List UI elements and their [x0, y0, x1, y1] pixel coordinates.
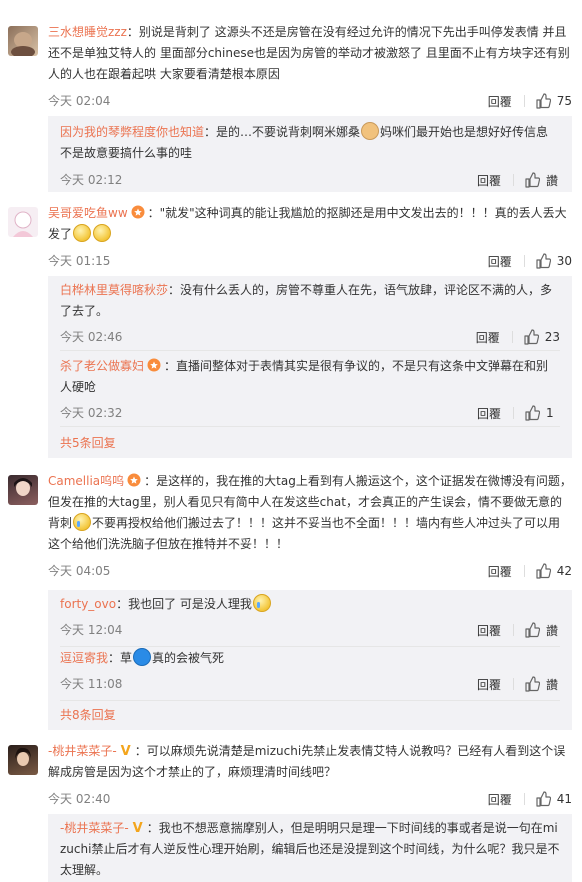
divider [511, 331, 513, 343]
thumbs-up-icon [535, 253, 551, 269]
like-count: 30 [556, 254, 572, 268]
like-button[interactable]: 42 [535, 563, 572, 579]
reply-username[interactable]: -桃井菜菜子- [60, 821, 129, 835]
reply-username[interactable]: forty_ovo [60, 597, 116, 611]
reply-box: 因为我的琴弊程度你也知道：是的…不要说背刺啊米娜桑 妈咪们最开始也是想好好传信息不… [48, 116, 572, 192]
reply-text: forty_ovo：我也回了 可是没人理我 [60, 594, 560, 615]
timestamp: 今天 02:40 [48, 792, 111, 806]
timestamp: 今天 12:04 [60, 623, 123, 637]
reply-text: 因为我的琴弊程度你也知道：是的…不要说背刺啊米娜桑 妈咪们最开始也是想好好传信息不… [60, 122, 560, 164]
divider [60, 426, 560, 427]
timestamp: 今天 02:46 [60, 330, 123, 344]
comment-text: 三水想睡觉zzz：别说是背刺了 这源头不还是房管在没有经过允许的情况下先出手叫停… [48, 25, 570, 81]
avatar[interactable] [8, 26, 38, 56]
thumbs-up-icon [524, 622, 540, 638]
comment-text: 吴哥爱吃鱼ww ："就发"这种词真的能让我尴尬的抠脚还是用中文发出去的！！！真的丢… [48, 205, 567, 242]
reply-box: forty_ovo：我也回了 可是没人理我 今天 12:04 回覆 讚 逗逗寄我… [48, 590, 572, 730]
reply-button[interactable]: 回覆 [477, 676, 501, 693]
reply-text: 白桦林里莫得喀秋莎：没有什么丢人的，房管不尊重人在先，语气放肆，评论区不满的人，… [60, 283, 553, 318]
reply-button[interactable]: 回覆 [488, 253, 512, 270]
reply-button[interactable]: 回覆 [476, 329, 500, 346]
divider [513, 407, 514, 419]
reply-username[interactable]: 白桦林里莫得喀秋莎 [60, 283, 168, 297]
divider [523, 255, 525, 267]
like-button[interactable]: 23 [523, 329, 560, 345]
reply-username[interactable]: 杀了老公做寡妇 [60, 359, 144, 373]
reply-button[interactable]: 回覆 [488, 93, 512, 110]
reply-button[interactable]: 回覆 [488, 563, 512, 580]
fan-badge-icon [126, 473, 142, 487]
like-button[interactable]: 41 [535, 791, 572, 807]
reply-text: 逗逗寄我：草 真的会被气死 [60, 648, 560, 669]
smile-emoji-icon [73, 224, 92, 242]
divider [513, 624, 514, 636]
fan-badge-icon [130, 205, 146, 219]
divider [523, 565, 525, 577]
comment-text: -桃井菜菜子- V ：可以麻烦先说清楚是mizuchi先禁止发表情艾特人说教吗？已经… [48, 744, 566, 779]
timestamp: 今天 04:05 [48, 564, 111, 578]
like-count: 42 [556, 564, 572, 578]
divider [523, 95, 525, 107]
username[interactable]: 三水想睡觉zzz [48, 25, 127, 39]
thumbs-up-icon [524, 172, 540, 188]
reply-username[interactable]: 逗逗寄我 [60, 651, 108, 665]
reply-button[interactable]: 回覆 [477, 622, 501, 639]
reply-username[interactable]: 因为我的琴弊程度你也知道 [60, 125, 204, 139]
timestamp: 今天 01:15 [48, 254, 111, 268]
like-count: 讚 [546, 173, 559, 188]
like-button[interactable]: 讚 [524, 676, 560, 693]
thumbs-up-icon [535, 563, 551, 579]
reply-button[interactable]: 回覆 [488, 791, 512, 808]
fan-badge-icon [146, 358, 162, 372]
reply-text: -桃井菜菜子- V ：我也不想恶意揣摩别人，但是明明只是理一下时间线的事或者是说一句… [60, 821, 560, 877]
timestamp: 今天 11:08 [60, 677, 123, 691]
like-button[interactable]: 75 [535, 93, 572, 109]
comment-text: Camellia呜呜 ：是这样的，我在推的大tag上看到有人搬运这个，这个证据发在… [48, 473, 572, 551]
like-count: 23 [544, 330, 560, 344]
reply-button[interactable]: 回覆 [477, 405, 501, 422]
crying-emoji-icon [73, 513, 92, 531]
divider [60, 700, 560, 701]
avatar[interactable] [8, 475, 38, 505]
verified-v-icon: V [120, 744, 131, 759]
timestamp: 今天 02:32 [60, 406, 123, 420]
reply-button[interactable]: 回覆 [477, 172, 501, 189]
thumbs-up-icon [524, 676, 540, 692]
timestamp: 今天 02:04 [48, 94, 111, 108]
divider [523, 793, 525, 805]
smile-emoji-icon [93, 224, 112, 242]
divider [513, 678, 514, 690]
divider [60, 350, 560, 351]
reply-box: 白桦林里莫得喀秋莎：没有什么丢人的，房管不尊重人在先，语气放肆，评论区不满的人，… [48, 276, 572, 458]
more-replies-link[interactable]: 共5条回复 [60, 434, 116, 451]
timestamp: 今天 02:12 [60, 173, 123, 187]
doraemon-emoji-icon [133, 648, 152, 666]
username[interactable]: Camellia呜呜 [48, 474, 124, 488]
like-count: 41 [556, 792, 572, 806]
username[interactable]: 吴哥爱吃鱼ww [48, 206, 128, 220]
verified-v-icon: V [132, 821, 143, 836]
like-count: 讚 [546, 623, 559, 638]
avatar[interactable] [8, 745, 38, 775]
like-button[interactable]: 30 [535, 253, 572, 269]
more-replies-link[interactable]: 共8条回复 [60, 706, 116, 723]
like-count: 75 [556, 94, 572, 108]
thumbs-up-icon [535, 93, 551, 109]
like-button[interactable]: 1 [524, 405, 560, 421]
reply-text: 杀了老公做寡妇 ：直播间整体对于表情其实是很有争议的，不是只有这条中文弹幕在和别人… [60, 358, 549, 394]
username[interactable]: -桃井菜菜子- [48, 744, 117, 758]
reply-box: -桃井菜菜子- V ：我也不想恶意揣摩别人，但是明明只是理一下时间线的事或者是说一句… [48, 814, 572, 882]
thumbs-up-icon [535, 791, 551, 807]
man-emoji-icon [361, 122, 380, 140]
crying-emoji-icon [252, 594, 271, 612]
avatar[interactable] [8, 207, 38, 237]
thumbs-up-icon [523, 329, 539, 345]
divider [60, 646, 560, 647]
like-count: 1 [546, 406, 554, 420]
like-button[interactable]: 讚 [524, 622, 560, 639]
like-button[interactable]: 讚 [524, 172, 560, 189]
divider [513, 174, 514, 186]
thumbs-up-icon [524, 405, 540, 421]
like-count: 讚 [546, 677, 559, 692]
